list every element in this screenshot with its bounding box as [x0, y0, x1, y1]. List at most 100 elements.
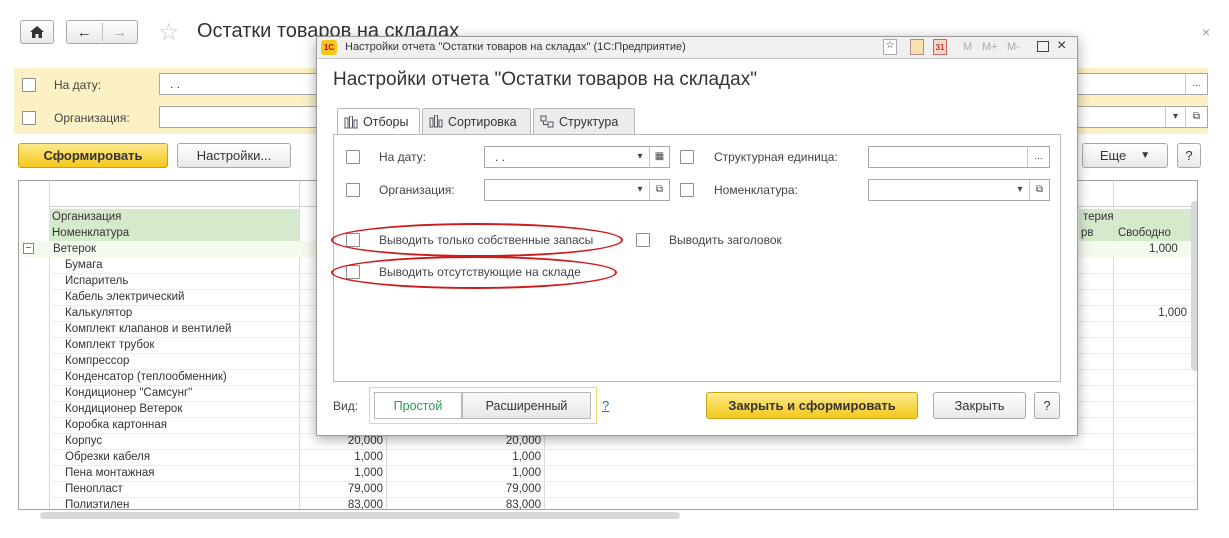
date-label: На дату:	[379, 150, 427, 164]
header-org: Организация	[49, 209, 299, 225]
show-header-checkbox[interactable]	[636, 233, 650, 247]
view-switch-frame: Простой Расширенный	[369, 387, 597, 424]
date-checkbox[interactable]	[346, 150, 360, 164]
org-label: Организация:	[379, 183, 455, 197]
date-filter-checkbox[interactable]	[22, 78, 36, 92]
settings-button[interactable]: Настройки...	[177, 143, 291, 168]
tab-sorting[interactable]: Сортировка	[422, 108, 531, 134]
cell-name: Кабель электрический	[65, 291, 185, 303]
org-open-icon[interactable]: ⧉	[649, 180, 669, 200]
tab-structure[interactable]: Структура	[533, 108, 635, 134]
filter-icon	[344, 115, 358, 128]
dialog-titlebar: 1С Настройки отчета "Остатки товаров на …	[317, 37, 1077, 59]
group-name: Ветерок	[53, 243, 97, 255]
nom-input[interactable]: ▾ ⧉	[868, 179, 1050, 201]
help-button[interactable]: ?	[1177, 143, 1201, 168]
collapse-icon[interactable]: −	[23, 243, 34, 254]
vertical-scrollbar[interactable]	[1191, 201, 1197, 371]
org-filter-checkbox[interactable]	[22, 111, 36, 125]
nom-open-icon[interactable]: ⧉	[1029, 180, 1049, 200]
more-label: Еще	[1099, 148, 1127, 163]
view-extended-button[interactable]: Расширенный	[462, 392, 591, 419]
org-filter-input[interactable]	[159, 106, 319, 128]
org-filter-input-right[interactable]: ▾ ⧉	[1074, 106, 1208, 128]
filters-panel: На дату: . . ▾ ▦ Структурная единица: ..…	[331, 134, 1061, 382]
nom-checkbox[interactable]	[680, 183, 694, 197]
nom-dropdown-icon[interactable]: ▾	[1011, 180, 1029, 200]
org-dropdown-icon[interactable]: ▾	[631, 180, 649, 200]
view-label: Вид:	[333, 399, 359, 413]
back-arrow-icon[interactable]: ←	[67, 24, 102, 41]
maximize-icon[interactable]	[1037, 41, 1049, 52]
dialog-help-button[interactable]: ?	[1034, 392, 1060, 419]
tab-structure-label: Структура	[559, 114, 619, 129]
cell-name: Пена монтажная	[65, 467, 155, 479]
struct-unit-input[interactable]: ...	[868, 146, 1050, 168]
table-row[interactable]: Пенопласт 79,000 79,000	[19, 481, 1197, 497]
cell-c1: 1,000	[354, 467, 383, 479]
horizontal-scrollbar[interactable]	[40, 512, 680, 519]
calendar-icon[interactable]: 31	[933, 39, 947, 55]
header-right-col1: рв	[1079, 225, 1113, 241]
sort-icon	[429, 115, 443, 128]
favorite-icon[interactable]: ☆	[883, 39, 897, 55]
cell-c1: 79,000	[347, 483, 383, 495]
close-and-generate-button[interactable]: Закрыть и сформировать	[706, 392, 918, 419]
cell-c2: 83,000	[505, 499, 541, 510]
tab-filters[interactable]: Отборы	[337, 108, 420, 135]
table-row[interactable]: Пена монтажная 1,000 1,000	[19, 465, 1197, 481]
star-icon[interactable]: ☆	[158, 18, 180, 47]
cell-name: Бумага	[65, 259, 103, 271]
cell-name: Конденсатор (теплообменник)	[65, 371, 227, 383]
show-header-label: Выводить заголовок	[669, 233, 782, 247]
cell-name: Кондиционер Ветерок	[65, 403, 183, 415]
more-button[interactable]: Еще ▼	[1082, 143, 1168, 168]
table-row[interactable]: Обрезки кабеля 1,000 1,000	[19, 449, 1197, 465]
date-filter-input[interactable]: . .	[159, 73, 319, 95]
open-icon[interactable]: ⧉	[1185, 107, 1207, 127]
dialog-close-icon[interactable]: ×	[1057, 37, 1066, 55]
calculator-icon[interactable]	[910, 39, 924, 55]
close-icon[interactable]: ×	[1202, 24, 1210, 40]
dialog-close-button[interactable]: Закрыть	[933, 392, 1026, 419]
date-dropdown-icon[interactable]: ▾	[631, 147, 649, 167]
table-row[interactable]: Полиэтилен 83,000 83,000	[19, 497, 1197, 510]
cell-name: Коробка картонная	[65, 419, 168, 431]
cell-c2: 1,000	[512, 467, 541, 479]
chevron-down-icon: ▼	[1140, 150, 1151, 161]
date-input[interactable]: . . ▾ ▦	[484, 146, 670, 168]
tab-sorting-label: Сортировка	[448, 114, 517, 129]
memory-m-button[interactable]: M	[963, 41, 972, 53]
struct-select-button[interactable]: ...	[1027, 147, 1049, 167]
cell-name: Полиэтилен	[65, 499, 130, 510]
memory-minus-button[interactable]: M-	[1007, 41, 1020, 53]
help-link[interactable]: ?	[602, 398, 609, 413]
nom-label: Номенклатура:	[714, 183, 798, 197]
struct-unit-checkbox[interactable]	[680, 150, 694, 164]
calendar-picker-icon[interactable]: ▦	[649, 147, 669, 167]
header-nom: Номенклатура	[49, 225, 299, 241]
header-right-group: терия	[1079, 209, 1197, 225]
org-input[interactable]: ▾ ⧉	[484, 179, 670, 201]
forward-arrow-icon[interactable]: →	[102, 24, 137, 41]
settings-dialog: 1С Настройки отчета "Остатки товаров на …	[316, 36, 1078, 436]
cell-c1: 1,000	[354, 451, 383, 463]
tab-filters-label: Отборы	[363, 115, 409, 129]
memory-plus-button[interactable]: M+	[982, 41, 998, 53]
cell-name: Испаритель	[65, 275, 129, 287]
select-button[interactable]: ...	[1185, 74, 1207, 94]
generate-button[interactable]: Сформировать	[18, 143, 168, 168]
dialog-window-title: Настройки отчета "Остатки товаров на скл…	[345, 41, 686, 53]
cell-name: Кондиционер "Самсунг"	[65, 387, 193, 399]
dropdown-icon[interactable]: ▾	[1165, 107, 1185, 127]
highlight-circle-own-stock	[331, 223, 623, 257]
home-icon	[30, 26, 44, 38]
cell-name: Комплект трубок	[65, 339, 155, 351]
org-checkbox[interactable]	[346, 183, 360, 197]
view-simple-button[interactable]: Простой	[374, 392, 462, 419]
highlight-circle-missing	[331, 256, 617, 289]
date-filter-input-right[interactable]: ...	[1074, 73, 1208, 95]
app-logo-icon: 1С	[321, 40, 337, 55]
nav-buttons: ← →	[66, 20, 138, 44]
home-button[interactable]	[20, 20, 54, 44]
